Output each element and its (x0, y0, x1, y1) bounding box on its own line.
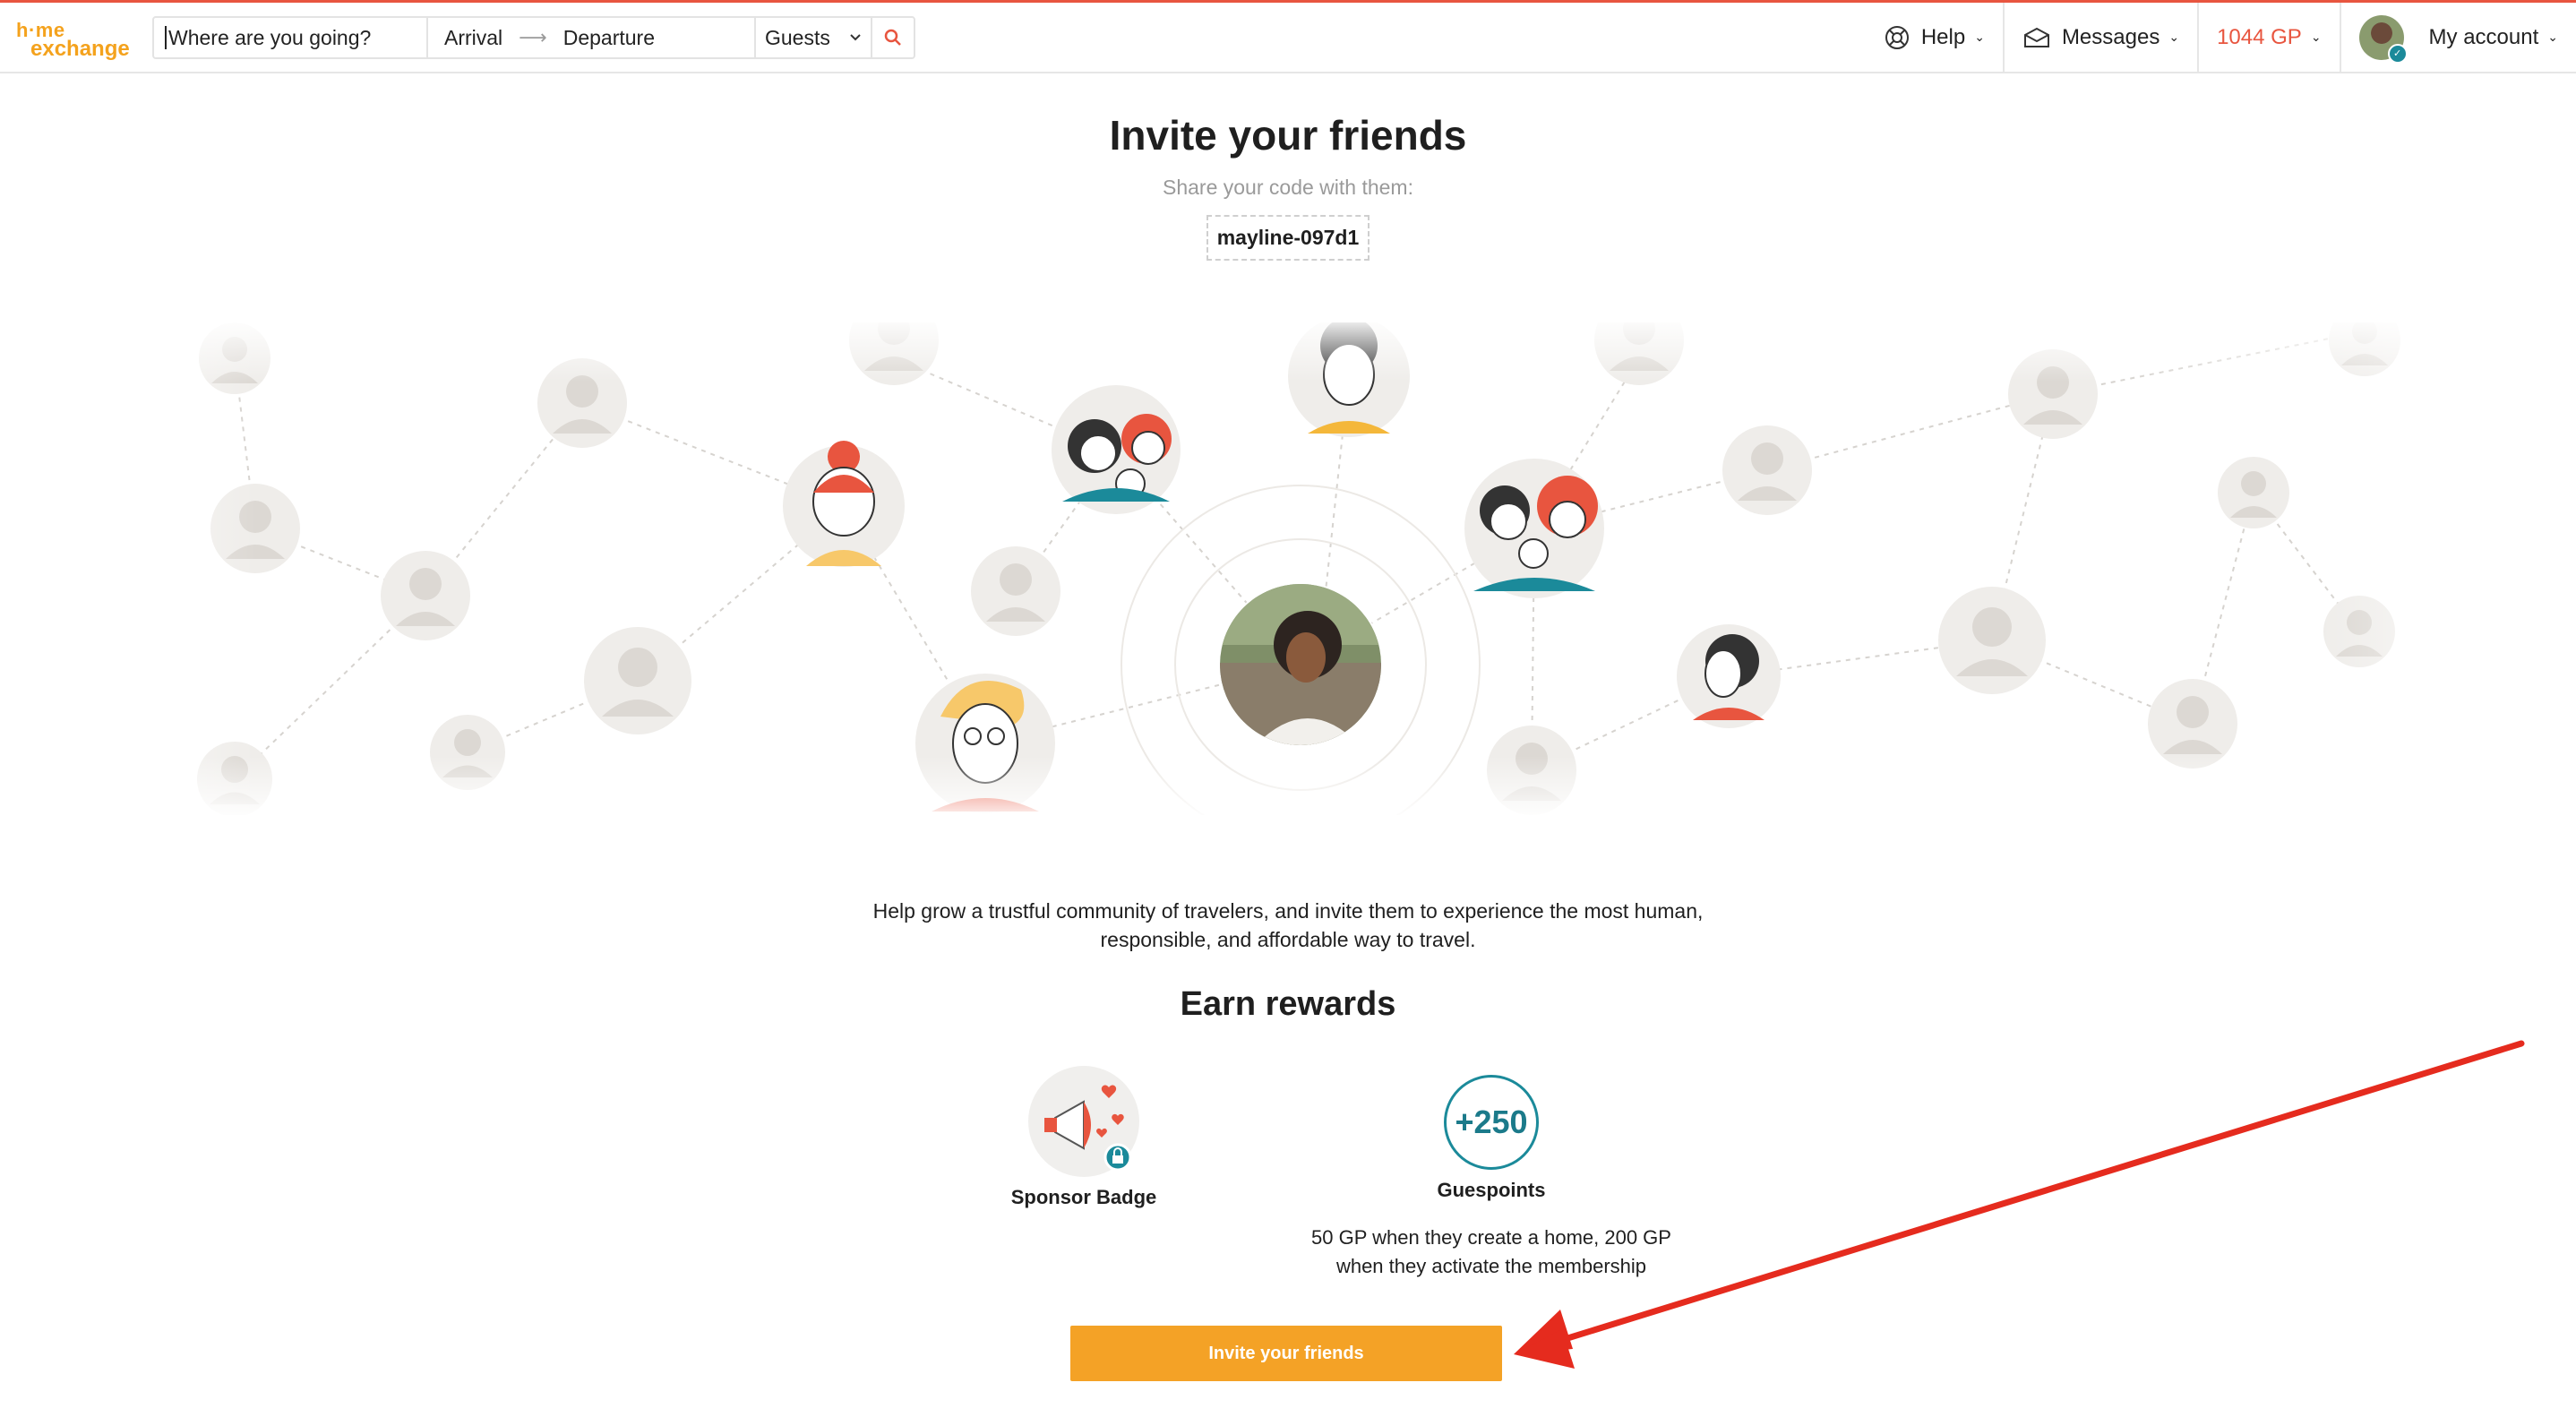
verified-check-icon: ✓ (2387, 43, 2408, 64)
red-annotation-arrow (1514, 1040, 2525, 1369)
arrival-field[interactable]: Arrival (444, 26, 502, 50)
text-caret (165, 26, 167, 49)
page-title: Invite your friends (1109, 112, 1467, 159)
homeexchange-logo[interactable]: h·me exchange (16, 19, 133, 61)
search-bar: Where are you going? Arrival ⟶ Departure… (152, 16, 915, 59)
chevron-down-icon: ⌄ (2168, 30, 2180, 44)
departure-field[interactable]: Departure (563, 26, 655, 50)
destination-input[interactable]: Where are you going? (154, 18, 428, 57)
top-navigation-bar: h·me exchange Where are you going? Arriv… (0, 3, 2576, 73)
envelope-icon (2023, 27, 2049, 47)
megaphone-icon (1044, 1085, 1132, 1172)
earn-rewards-heading: Earn rewards (1180, 985, 1396, 1023)
invite-friends-button[interactable]: Invite your friends (1070, 1326, 1502, 1381)
community-description: Help grow a trustful community of travel… (872, 899, 1704, 951)
chevron-down-icon: ⌄ (2310, 30, 2322, 44)
account-label: My account (2428, 24, 2539, 49)
search-icon (884, 29, 901, 46)
gp-balance: 1044 (2217, 24, 2265, 49)
destination-placeholder: Where are you going? (168, 25, 372, 49)
chevron-down-icon: ⌄ (2547, 30, 2558, 44)
sponsor-badge-icon (1028, 1066, 1139, 1177)
avatar: ✓ (2358, 14, 2408, 64)
search-button[interactable] (872, 18, 914, 57)
date-arrow-icon: ⟶ (519, 26, 547, 48)
chevron-down-icon (850, 34, 861, 41)
sponsor-badge-label: Sponsor Badge (1010, 1186, 1157, 1208)
chevron-down-icon: ⌄ (1974, 30, 1985, 44)
referral-code-wrapper: mayline-097d1 (0, 215, 2576, 261)
guestpoints-menu[interactable]: 1044 GP ⌄ (2197, 3, 2339, 72)
gp-unit: GP (2271, 24, 2302, 49)
guests-label: Guests (765, 25, 830, 49)
header-right-menu: Help ⌄ Messages ⌄ 1044 GP ⌄ ✓ My account… (1866, 3, 2576, 72)
referral-code[interactable]: mayline-097d1 (1206, 215, 1370, 261)
help-menu[interactable]: Help ⌄ (1866, 3, 2003, 72)
network-fade-vertical (0, 322, 2576, 815)
lifebuoy-icon (1885, 25, 1909, 49)
messages-label: Messages (2061, 24, 2160, 49)
account-menu[interactable]: ✓ My account ⌄ (2339, 3, 2576, 72)
date-range-picker[interactable]: Arrival ⟶ Departure (428, 18, 756, 57)
reward-sponsor-badge: Sponsor Badge (994, 1066, 1173, 1209)
community-network-illustration (0, 322, 2576, 815)
share-instruction: Share your code with them: (1163, 176, 1413, 199)
messages-menu[interactable]: Messages ⌄ (2002, 3, 2197, 72)
help-label: Help (1920, 24, 1966, 49)
guests-select[interactable]: Guests (756, 18, 872, 57)
